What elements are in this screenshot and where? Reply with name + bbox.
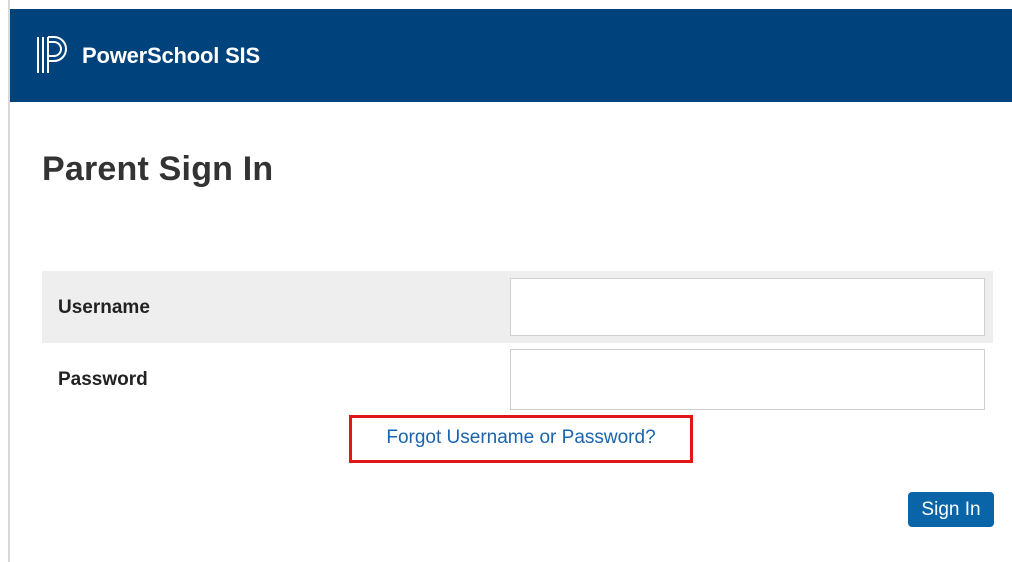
username-row: Username xyxy=(42,271,993,343)
password-label: Password xyxy=(58,369,148,390)
page-frame: PowerSchool SIS Parent Sign In Username … xyxy=(0,0,1012,562)
forgot-link-highlight: Forgot Username or Password? xyxy=(349,415,693,463)
app-title: PowerSchool SIS xyxy=(82,42,260,68)
password-input[interactable] xyxy=(510,349,985,410)
password-row: Password xyxy=(42,343,993,416)
username-input[interactable] xyxy=(510,278,985,336)
left-edge-divider xyxy=(0,0,10,562)
forgot-credentials-link[interactable]: Forgot Username or Password? xyxy=(386,427,655,449)
powerschool-logo-icon xyxy=(37,35,67,73)
username-label: Username xyxy=(58,297,150,318)
app-header: PowerSchool SIS xyxy=(10,9,1012,102)
sign-in-button[interactable]: Sign In xyxy=(908,492,994,527)
page-title: Parent Sign In xyxy=(42,150,274,188)
